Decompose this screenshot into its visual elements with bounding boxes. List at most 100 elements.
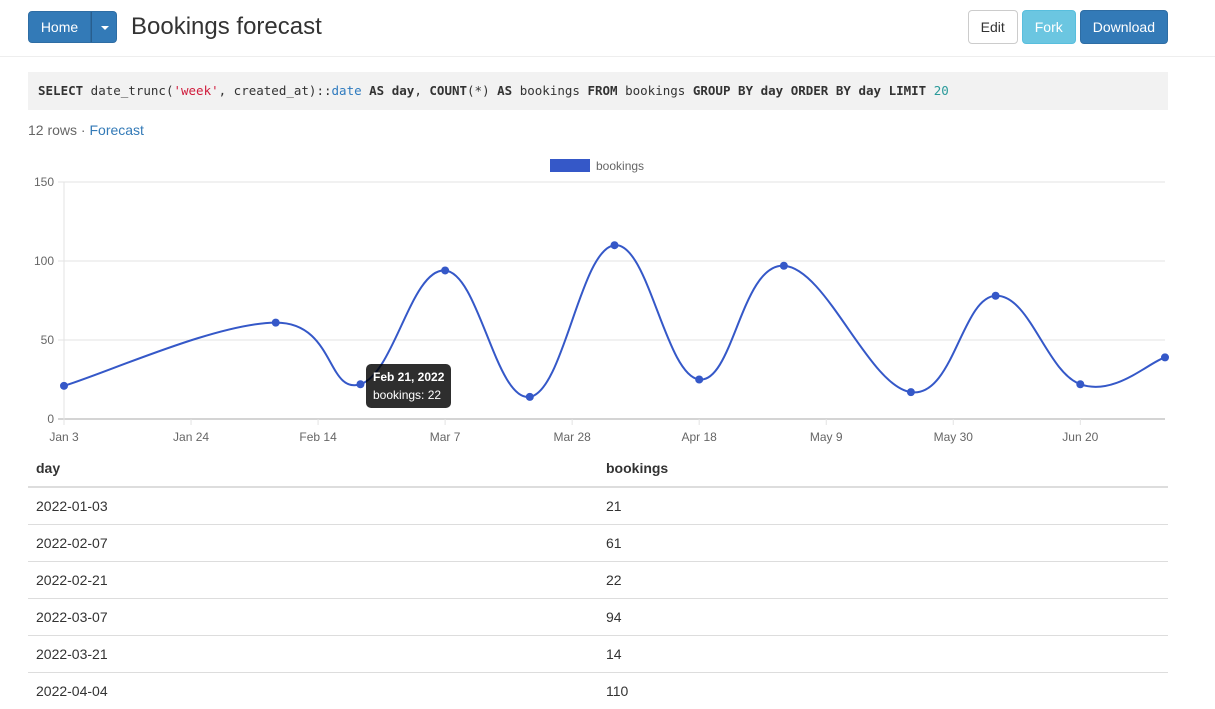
sql-token: AS [369, 83, 385, 98]
home-dropdown-toggle[interactable] [91, 11, 117, 43]
y-axis: 0 50 100 150 [34, 175, 54, 426]
home-button[interactable]: Home [28, 11, 91, 43]
cell-bookings: 14 [598, 634, 1168, 672]
series-line-bookings [63, 244, 1166, 398]
data-point[interactable] [695, 375, 704, 384]
x-tick-label: Jan 3 [49, 430, 79, 444]
sql-token: 20 [933, 83, 949, 98]
sql-token: COUNT [429, 83, 468, 98]
y-tick-label: 100 [34, 254, 54, 268]
column-header-day[interactable]: day [28, 450, 598, 488]
line-chart: 0 50 100 150 Jan 3 Jan 24 Feb 14 Mar 7 Mar 28 Ap… [34, 159, 1169, 444]
x-tick-label: Mar 28 [553, 430, 591, 444]
sql-token: day [858, 83, 882, 98]
table-row: 2022-02-07 61 [28, 523, 1168, 561]
sql-token: , created_at):: [218, 83, 332, 98]
sql-token: LIMIT [888, 83, 927, 98]
sql-query: SELECT date_trunc('week', created_at)::d… [28, 72, 1168, 110]
sql-token: date [331, 83, 362, 98]
sql-token: ORDER BY [790, 83, 851, 98]
x-tick-label: Jun 20 [1062, 430, 1098, 444]
sql-token: bookings [617, 83, 693, 98]
sql-token: , [414, 83, 430, 98]
sql-token: date_trunc( [83, 83, 174, 98]
data-point[interactable] [271, 318, 280, 327]
legend-label: bookings [596, 159, 644, 173]
cell-bookings: 22 [598, 560, 1168, 598]
x-tick-label: Mar 7 [430, 430, 461, 444]
column-header-bookings[interactable]: bookings [598, 450, 1168, 488]
page-header: Home Bookings forecast Edit Fork Downloa… [0, 0, 1215, 57]
cell-day: 2022-02-21 [28, 560, 598, 598]
sql-token: day [760, 83, 784, 98]
sql-token: GROUP BY [692, 83, 754, 98]
cell-day: 2022-03-21 [28, 634, 598, 672]
chart-grid [58, 181, 1165, 420]
tooltip-title: Feb 21, 2022 [373, 370, 445, 384]
data-point[interactable] [356, 380, 365, 389]
result-meta: 12 rows · Forecast [28, 122, 144, 138]
cell-bookings: 94 [598, 597, 1168, 635]
data-point[interactable] [525, 392, 534, 401]
series-points [60, 241, 1169, 401]
chart: 0 50 100 150 Jan 3 Jan 24 Feb 14 Mar 7 Mar 28 Ap… [0, 150, 1215, 450]
x-tick-label: May 9 [810, 430, 843, 444]
legend-swatch[interactable] [550, 159, 590, 172]
y-tick-label: 0 [47, 412, 54, 426]
table-row: 2022-03-21 14 [28, 634, 1168, 672]
data-point[interactable] [1076, 380, 1085, 389]
home-button-group: Home [28, 11, 117, 43]
sql-token: (*) [467, 83, 498, 98]
data-point[interactable] [60, 381, 68, 390]
sql-token: 'week' [173, 83, 219, 98]
sql-token: FROM [587, 83, 618, 98]
meta-separator: · [77, 122, 90, 138]
edit-button[interactable]: Edit [967, 10, 1018, 44]
table-row: 2022-03-07 94 [28, 597, 1168, 635]
sql-token: AS [497, 83, 513, 98]
sql-token: SELECT [38, 83, 84, 98]
cell-bookings: 110 [598, 671, 1168, 709]
cell-day: 2022-01-03 [28, 486, 598, 524]
header-actions: Edit Fork Download [967, 10, 1168, 44]
fork-button[interactable]: Fork [1021, 10, 1076, 44]
table-row: 2022-04-04 110 [28, 671, 1168, 709]
table-row: 2022-02-21 22 [28, 560, 1168, 598]
data-point[interactable] [441, 266, 450, 275]
cell-day: 2022-02-07 [28, 523, 598, 561]
data-point[interactable] [779, 261, 788, 270]
data-point[interactable] [991, 291, 1000, 300]
data-point[interactable] [1161, 353, 1169, 362]
x-axis: Jan 3 Jan 24 Feb 14 Mar 7 Mar 28 Apr 18 May 9 M… [49, 419, 1099, 444]
table-row: 2022-01-03 21 [28, 486, 1168, 524]
cell-bookings: 61 [598, 523, 1168, 561]
x-tick-label: Apr 18 [682, 430, 718, 444]
row-count: 12 rows [28, 122, 78, 138]
chart-legend: bookings [550, 159, 644, 173]
y-tick-label: 150 [34, 175, 54, 189]
cell-day: 2022-03-07 [28, 597, 598, 635]
results-table: day bookings 2022-01-03 21 2022-02-07 61 202… [28, 450, 1168, 709]
caret-down-icon [101, 26, 109, 30]
cell-day: 2022-04-04 [28, 671, 598, 709]
data-point[interactable] [610, 241, 619, 250]
table-header-row: day bookings [28, 450, 1168, 488]
x-tick-label: May 30 [934, 430, 974, 444]
page-title: Bookings forecast [131, 13, 322, 40]
sql-token: day [391, 83, 415, 98]
x-tick-label: Jan 24 [173, 430, 209, 444]
y-tick-label: 50 [41, 333, 55, 347]
tooltip-body: bookings: 22 [373, 388, 442, 402]
x-tick-label: Feb 14 [299, 430, 337, 444]
forecast-link[interactable]: Forecast [89, 122, 143, 138]
data-point[interactable] [906, 388, 915, 397]
chart-tooltip: Feb 21, 2022 bookings: 22 [366, 364, 452, 408]
download-button[interactable]: Download [1079, 10, 1168, 44]
sql-token: bookings [512, 83, 588, 98]
cell-bookings: 21 [598, 486, 1168, 524]
